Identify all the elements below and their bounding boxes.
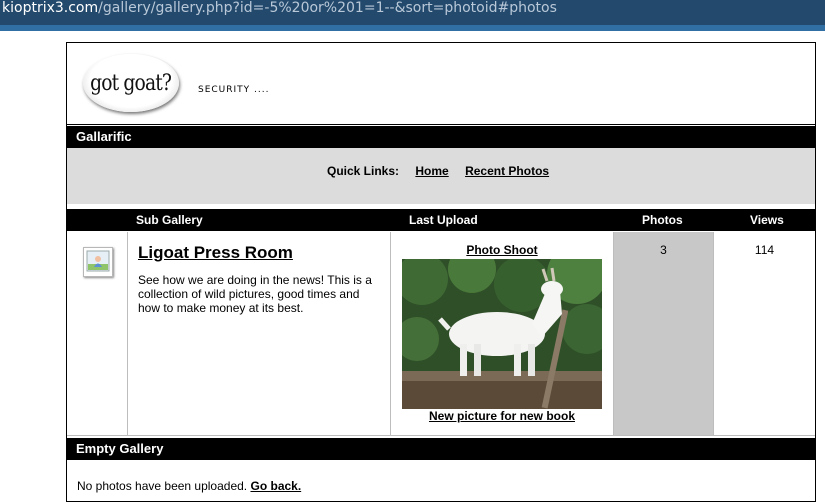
- url-host: kioptrix3.com: [2, 0, 99, 16]
- last-upload-caption-link[interactable]: New picture for new book: [391, 409, 613, 423]
- gallery-title: Gallarific: [76, 129, 132, 144]
- url-path: /gallery/gallery.php?id=-5%20or%201=1--&…: [98, 0, 557, 16]
- photos-count-cell: 3: [614, 232, 714, 436]
- empty-gallery-title: Empty Gallery: [76, 441, 164, 456]
- home-link[interactable]: Home: [415, 164, 448, 178]
- sub-gallery-link[interactable]: Ligoat Press Room: [138, 243, 293, 263]
- col-views: Views: [750, 213, 784, 227]
- empty-gallery-message-row: No photos have been uploaded. Go back.: [77, 479, 301, 493]
- gallery-thumbnail-icon[interactable]: [83, 247, 113, 277]
- site-logo[interactable]: got goat?: [83, 54, 179, 112]
- views-count: 114: [754, 243, 775, 257]
- col-last-upload: Last Upload: [409, 213, 478, 227]
- logo-text: got goat?: [90, 70, 173, 96]
- gallery-title-bar: Gallarific: [67, 126, 815, 148]
- col-sub-gallery: Sub Gallery: [136, 213, 203, 227]
- recent-photos-link[interactable]: Recent Photos: [465, 164, 549, 178]
- site-tagline: SECURITY ....: [198, 85, 270, 95]
- col-photos: Photos: [642, 213, 683, 227]
- empty-gallery-bar: Empty Gallery: [67, 438, 815, 460]
- last-upload-cell: Photo Shoot New picture for new book: [391, 232, 614, 436]
- table-header: Sub Gallery Last Upload Photos Views: [67, 209, 815, 231]
- sub-gallery-description: See how we are doing in the news! This i…: [138, 273, 372, 315]
- empty-gallery-message: No photos have been uploaded.: [77, 479, 248, 493]
- sub-gallery-cell: Ligoat Press Room See how we are doing i…: [128, 232, 391, 436]
- gallery-page: got goat? SECURITY .... Gallarific Quick…: [66, 42, 816, 502]
- table-row: Ligoat Press Room See how we are doing i…: [67, 232, 815, 436]
- gallery-icon-cell: [67, 232, 128, 436]
- quick-links-label: Quick Links:: [327, 164, 400, 178]
- header-divider: [67, 124, 815, 125]
- browser-url-bar[interactable]: kioptrix3.com/gallery/gallery.php?id=-5%…: [0, 0, 825, 25]
- browser-tab-strip: [0, 25, 825, 31]
- go-back-link[interactable]: Go back.: [250, 479, 301, 493]
- photos-count: 3: [660, 243, 667, 257]
- last-upload-title-link[interactable]: Photo Shoot: [391, 243, 613, 257]
- quick-links-panel: Quick Links: Home Recent Photos: [67, 148, 815, 204]
- views-count-cell: 114: [714, 232, 815, 436]
- last-upload-photo[interactable]: [402, 259, 602, 409]
- quick-links: Quick Links: Home Recent Photos: [327, 164, 549, 178]
